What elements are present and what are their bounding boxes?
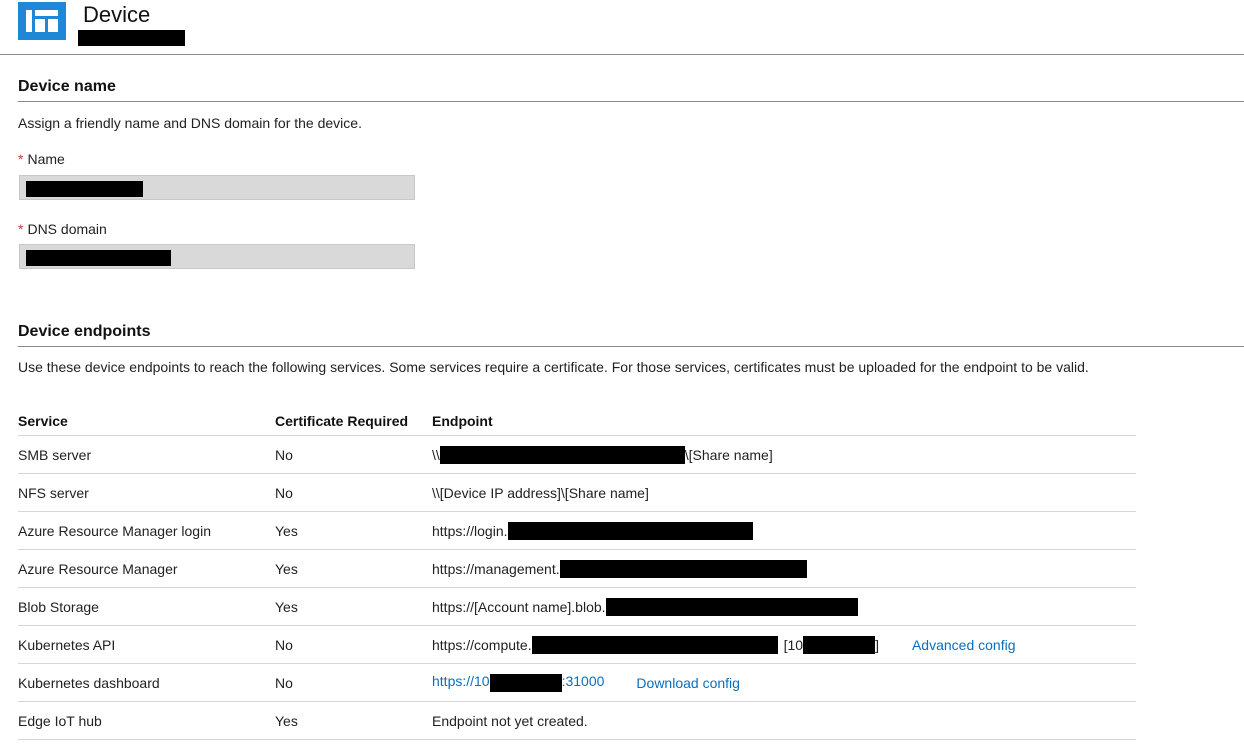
device-endpoints-heading: Device endpoints: [18, 323, 151, 340]
name-label: * Name: [18, 151, 65, 167]
endpoint-value: https://[Account name].blob.: [432, 588, 858, 625]
certificate-required: No: [275, 484, 293, 501]
redacted-value: [439, 445, 685, 464]
column-header-certificate: Certificate Required: [275, 413, 409, 429]
column-header-service: Service: [18, 413, 68, 429]
table-row: Azure Resource Manager login Yes https:/…: [18, 512, 1136, 550]
redacted-value: [489, 673, 562, 692]
certificate-required: Yes: [275, 598, 298, 615]
endpoint-value: https://10:31000 Download config: [432, 664, 740, 701]
column-header-endpoint: Endpoint: [432, 413, 493, 429]
table-row: Edge IoT hub Yes Endpoint not yet create…: [18, 702, 1136, 740]
endpoint-value: https://compute. [10 ] Advanced config: [432, 635, 1016, 654]
certificate-required: No: [275, 674, 293, 691]
required-marker: *: [18, 151, 24, 167]
redacted-value: [26, 181, 143, 197]
endpoints-table: Service Certificate Required Endpoint SM…: [18, 407, 1136, 740]
device-endpoints-description: Use these device endpoints to reach the …: [18, 359, 1089, 375]
certificate-required: Yes: [275, 522, 298, 539]
page-header: Device: [0, 0, 1244, 55]
endpoint-value: Endpoint not yet created.: [432, 712, 588, 729]
service-name: Kubernetes API: [18, 636, 116, 653]
kubernetes-dashboard-link[interactable]: https://10:31000: [432, 673, 604, 692]
certificate-required: Yes: [275, 712, 298, 729]
table-row: Kubernetes API No https://compute. [10 ]…: [18, 626, 1136, 664]
endpoint-value: \\ \[Share name]: [432, 445, 773, 464]
required-marker: *: [18, 221, 24, 237]
service-name: Azure Resource Manager: [18, 560, 178, 577]
certificate-required: Yes: [275, 560, 298, 577]
table-header-row: Service Certificate Required Endpoint: [18, 407, 1136, 436]
service-name: Kubernetes dashboard: [18, 674, 160, 691]
redacted-value: [803, 635, 876, 654]
service-name: NFS server: [18, 484, 89, 501]
table-row: Azure Resource Manager Yes https://manag…: [18, 550, 1136, 588]
dns-domain-field[interactable]: [19, 244, 415, 269]
redacted-subtitle: [78, 30, 185, 46]
certificate-required: No: [275, 446, 293, 463]
service-name: Blob Storage: [18, 598, 99, 615]
download-config-link[interactable]: Download config: [636, 675, 740, 691]
service-name: Edge IoT hub: [18, 712, 102, 729]
redacted-value: [605, 597, 858, 616]
device-dashboard-icon: [18, 2, 66, 40]
name-field[interactable]: [19, 175, 415, 200]
redacted-value: [531, 635, 778, 654]
table-row: Kubernetes dashboard No https://10:31000…: [18, 664, 1136, 702]
advanced-config-link[interactable]: Advanced config: [912, 637, 1016, 653]
section-divider: [18, 346, 1244, 347]
endpoint-value: https://login.: [432, 512, 753, 549]
section-divider: [18, 101, 1244, 102]
redacted-value: [559, 559, 807, 578]
table-row: Blob Storage Yes https://[Account name].…: [18, 588, 1136, 626]
redacted-value: [507, 521, 753, 540]
endpoint-value: \\[Device IP address]\[Share name]: [432, 484, 649, 501]
service-name: SMB server: [18, 446, 92, 463]
device-name-heading: Device name: [18, 78, 116, 95]
redacted-value: [26, 250, 171, 266]
table-row: SMB server No \\ \[Share name]: [18, 436, 1136, 474]
device-name-description: Assign a friendly name and DNS domain fo…: [18, 115, 362, 131]
dns-domain-label: * DNS domain: [18, 221, 107, 237]
certificate-required: No: [275, 636, 293, 653]
endpoint-value: https://management.: [432, 550, 807, 587]
service-name: Azure Resource Manager login: [18, 522, 211, 539]
page-title: Device: [83, 2, 151, 27]
table-row: NFS server No \\[Device IP address]\[Sha…: [18, 474, 1136, 512]
